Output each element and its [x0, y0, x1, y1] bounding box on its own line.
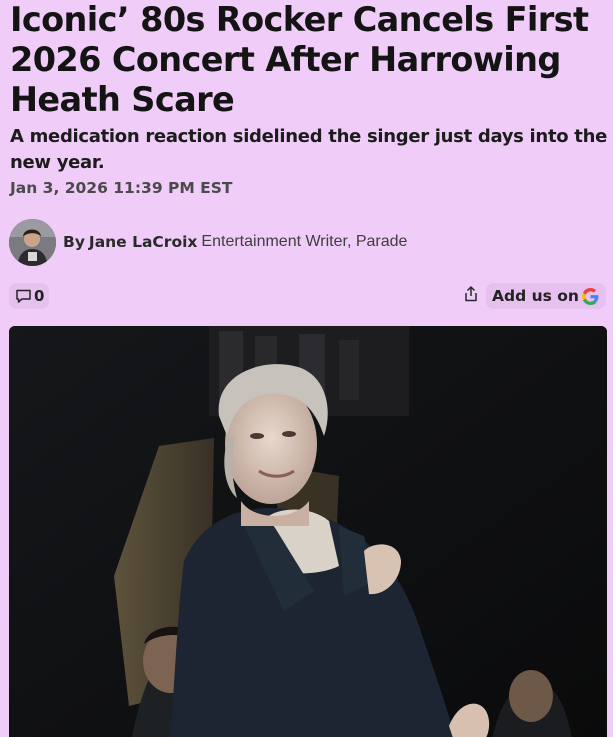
- author-avatar[interactable]: [9, 218, 56, 266]
- article-dek: A medication reaction sidelined the sing…: [10, 126, 608, 173]
- byline: By Jane LaCroix Entertainment Writer, Pa…: [9, 218, 407, 266]
- share-button[interactable]: [459, 284, 483, 308]
- share-icon: [463, 285, 479, 308]
- google-logo-icon: [581, 287, 599, 305]
- add-us-label: Add us on: [492, 287, 579, 305]
- comment-count: 0: [34, 287, 45, 305]
- add-us-on-google-button[interactable]: Add us on: [486, 283, 606, 309]
- publish-date: Jan 3, 2026 11:39 PM EST: [10, 179, 233, 197]
- author-title: Entertainment Writer, Parade: [201, 233, 408, 250]
- article-page: Iconic’ 80s Rocker Cancels First 2026 Co…: [0, 0, 613, 737]
- comments-button[interactable]: 0: [9, 283, 50, 309]
- hero-image: [9, 326, 607, 737]
- byline-prefix: By: [63, 233, 85, 251]
- article-headline: Iconic’ 80s Rocker Cancels First 2026 Co…: [10, 0, 589, 119]
- author-name-link[interactable]: Jane LaCroix: [89, 233, 198, 251]
- comment-bubble-icon: [15, 288, 32, 304]
